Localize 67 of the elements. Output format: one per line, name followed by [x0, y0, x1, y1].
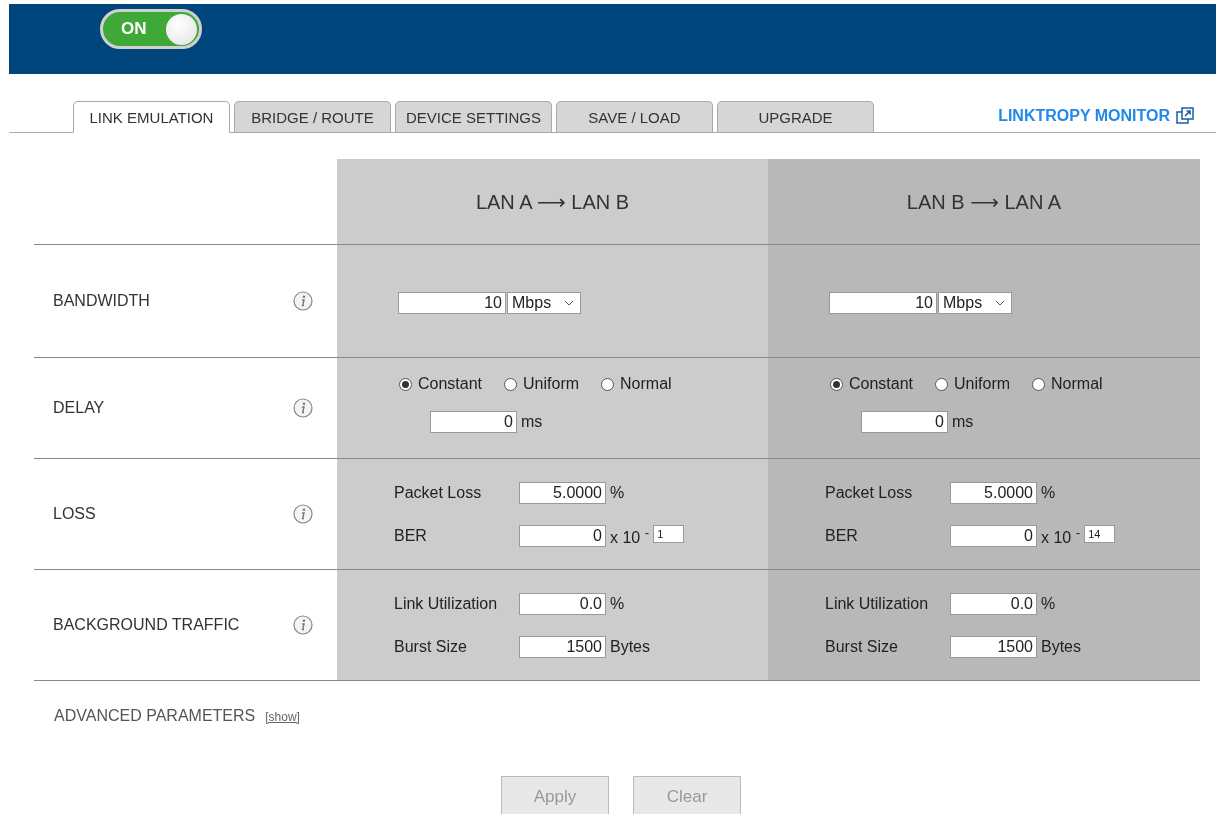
radio-button[interactable] — [399, 377, 412, 391]
packet-loss-field[interactable]: 5.0000 — [519, 482, 606, 504]
radio-option[interactable]: Normal — [1032, 375, 1103, 393]
field-label: BER — [825, 527, 859, 546]
row-label: BACKGROUND TRAFFIC — [53, 616, 240, 634]
field-label: Burst Size — [394, 638, 468, 656]
unit-label: ms — [521, 413, 543, 431]
radio-option[interactable]: Constant — [399, 375, 483, 393]
unit-label: % — [1041, 484, 1056, 502]
tab[interactable]: BRIDGE / ROUTE — [234, 101, 391, 132]
row-label: BANDWIDTH — [53, 292, 150, 310]
row-label: DELAY — [53, 399, 105, 417]
tab[interactable]: DEVICE SETTINGS — [395, 101, 552, 132]
radio-button[interactable] — [504, 377, 518, 391]
tab[interactable]: LINK EMULATION — [73, 101, 230, 133]
info-icon[interactable] — [293, 615, 313, 635]
burst-size-field[interactable]: 1500 — [950, 636, 1037, 658]
ber-field[interactable]: 0 — [950, 525, 1037, 548]
show-link[interactable]: [show] — [265, 710, 300, 724]
info-icon[interactable] — [293, 504, 313, 524]
unit-dropdown[interactable]: Mbps — [507, 292, 581, 314]
radio-option[interactable]: Constant — [830, 375, 914, 393]
radio-button[interactable] — [601, 377, 615, 391]
field-label: Packet Loss — [825, 484, 914, 502]
burst-size-field[interactable]: 1500 — [519, 636, 606, 658]
field-label: Link Utilization — [394, 595, 499, 613]
delay-field[interactable]: 0 — [430, 411, 517, 433]
bandwidth-field[interactable]: 10 — [829, 292, 937, 314]
row-label: LOSS — [53, 505, 96, 523]
info-icon[interactable] — [293, 291, 313, 311]
utilization-field[interactable]: 0.0 — [519, 593, 606, 615]
tab[interactable]: SAVE / LOAD — [556, 101, 713, 132]
exponent-field[interactable]: 1 — [653, 525, 685, 543]
radio-button[interactable] — [830, 377, 843, 391]
bandwidth-field[interactable]: 10 — [398, 292, 506, 314]
field-label: BER — [394, 527, 428, 546]
monitor-link[interactable]: LINKTROPY MONITOR — [998, 107, 1194, 125]
ber-field[interactable]: 0 — [519, 525, 606, 548]
unit-label: % — [610, 484, 625, 502]
radio-option[interactable]: Normal — [601, 375, 672, 393]
unit-label: ms — [952, 413, 974, 431]
utilization-field[interactable]: 0.0 — [950, 593, 1037, 615]
column-title: LAN B ⟶ LAN A — [906, 189, 1062, 214]
field-label: Packet Loss — [394, 484, 483, 502]
section-label: ADVANCED PARAMETERS — [54, 707, 256, 725]
tab[interactable]: UPGRADE — [717, 101, 874, 132]
chevron-down-icon — [995, 300, 1005, 306]
field-label: Link Utilization — [825, 595, 930, 613]
unit-label: x 10 $^{-}$ — [610, 525, 650, 548]
delay-field[interactable]: 0 — [861, 411, 948, 433]
unit-label: % — [610, 595, 625, 613]
chevron-down-icon — [564, 300, 574, 306]
info-icon[interactable] — [293, 398, 313, 418]
radio-option[interactable]: Uniform — [504, 375, 580, 393]
exponent-field[interactable]: 14 — [1084, 525, 1116, 543]
field-label: Burst Size — [825, 638, 899, 656]
unit-label: x 10 $^{-}$ — [1041, 525, 1081, 548]
column-title: LAN A ⟶ LAN B — [475, 189, 630, 214]
external-link-icon — [1176, 107, 1194, 125]
radio-button[interactable] — [1032, 377, 1046, 391]
radio-button[interactable] — [935, 377, 949, 391]
radio-option[interactable]: Uniform — [935, 375, 1011, 393]
packet-loss-field[interactable]: 5.0000 — [950, 482, 1037, 504]
unit-dropdown[interactable]: Mbps — [938, 292, 1012, 314]
unit-label: Bytes — [1041, 638, 1081, 656]
unit-label: Bytes — [610, 638, 650, 656]
unit-label: % — [1041, 595, 1056, 613]
